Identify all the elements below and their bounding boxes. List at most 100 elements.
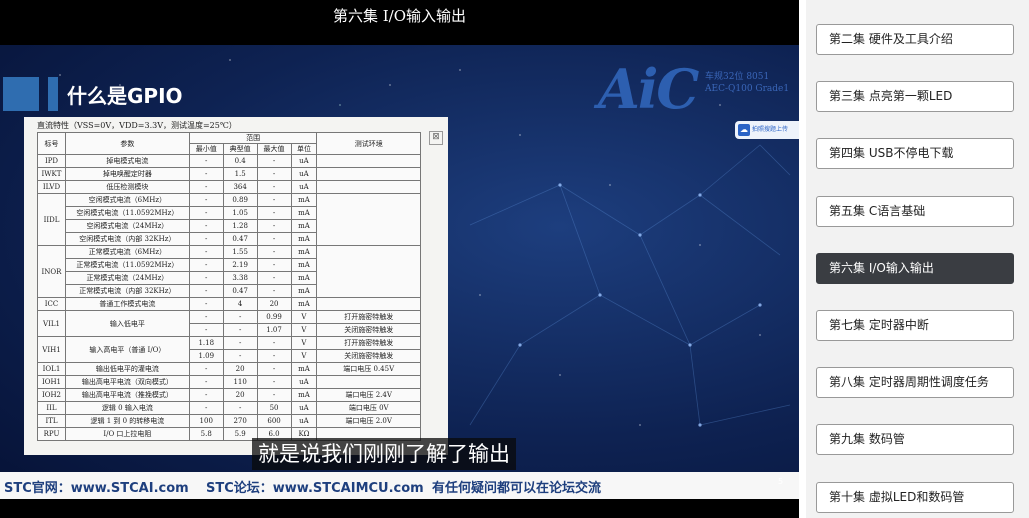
- cell: -: [256, 336, 292, 350]
- episode-item-4[interactable]: 第四集 USB不停电下载: [816, 138, 1014, 169]
- cell: 20: [222, 388, 258, 402]
- cell: -: [222, 323, 258, 337]
- photo-search-upload-button[interactable]: ☁ 拍照搜题上传: [735, 121, 799, 139]
- table-row: IOH2 输出高电平电流（推挽模式） - 20 - mA 端口电压 2.4V: [37, 388, 421, 402]
- slide-page-number: 5: [778, 477, 784, 486]
- cell: -: [256, 219, 292, 233]
- cell: uA: [290, 167, 318, 181]
- cell: -: [256, 206, 292, 220]
- cell: VIH1: [37, 336, 66, 363]
- cell: INOR: [37, 245, 66, 298]
- cell: IOH2: [37, 388, 66, 402]
- cell: 空闲模式电流（内部 32KHz）: [64, 232, 190, 246]
- cell: 600: [256, 414, 292, 428]
- slide-footer: STC官网：www.STCAI.com STC论坛：www.STCAIMCU.c…: [0, 472, 799, 499]
- footer-website: STC官网：www.STCAI.com: [4, 481, 189, 496]
- cell: -: [188, 258, 224, 272]
- table-row: IOL1 输出低电平的灌电流 - 20 - mA 端口电压 0.45V: [37, 362, 421, 376]
- cell: 低压检测模块: [64, 180, 190, 194]
- cell: 空闲模式电流（24MHz）: [64, 219, 190, 233]
- episode-item-7[interactable]: 第七集 定时器中断: [816, 310, 1014, 341]
- table-row: ICC 普通工作模式电流 - 4 20 mA: [37, 297, 421, 311]
- close-icon[interactable]: ⊠: [429, 131, 443, 145]
- cell: 0.47: [222, 284, 258, 298]
- cell: -: [256, 232, 292, 246]
- video-subtitle: 就是说我们刚刚了解了输出: [252, 438, 516, 470]
- header-param: 参数: [64, 132, 190, 155]
- episode-item-3[interactable]: 第三集 点亮第一颗LED: [816, 81, 1014, 112]
- cell: IWKT: [37, 167, 66, 181]
- footer-forum: STC论坛：www.STCAIMCU.com: [206, 481, 424, 496]
- cell: 普通工作模式电流: [64, 297, 190, 311]
- episode-item-8[interactable]: 第八集 定时器周期性调度任务: [816, 367, 1014, 398]
- table-row: IWKT 掉电唤醒定时器 - 1.5 - uA: [37, 167, 421, 181]
- cell: mA: [290, 219, 318, 233]
- episode-item-6-active[interactable]: 第六集 I/O输入输出: [816, 253, 1014, 284]
- cell: -: [222, 310, 258, 324]
- cell: 50: [256, 401, 292, 415]
- table-row: ITL 逻辑 1 到 0 的转移电流 100 270 600 uA 端口电压 2…: [37, 414, 421, 428]
- cell: -: [256, 375, 292, 389]
- cell: -: [222, 401, 258, 415]
- table-caption: 直流特性（VSS=0V，VDD=3.3V，测试温度=25℃）: [37, 121, 237, 130]
- header-cond: 测试环境: [316, 132, 421, 155]
- cell: ILVD: [37, 180, 66, 194]
- cell: mA: [290, 362, 318, 376]
- cell: 掉电模式电流: [64, 154, 190, 168]
- cell: -: [222, 349, 258, 363]
- cell: ITL: [37, 414, 66, 428]
- cell: 输出低电平的灌电流: [64, 362, 190, 376]
- cell: [316, 180, 421, 194]
- dc-characteristics-panel: 直流特性（VSS=0V，VDD=3.3V，测试温度=25℃） ⊠ 标号 参数 范…: [24, 117, 448, 455]
- cell: -: [256, 349, 292, 363]
- episode-item-2[interactable]: 第二集 硬件及工具介绍: [816, 24, 1014, 55]
- cell: 0.4: [222, 154, 258, 168]
- brand-text-line1: 车规32位 8051: [705, 72, 770, 82]
- cell: -: [188, 180, 224, 194]
- cell: -: [188, 284, 224, 298]
- brand-text: 车规32位 8051 AEC-Q100 Grade1: [705, 71, 789, 95]
- cell: uA: [290, 375, 318, 389]
- episode-item-9[interactable]: 第九集 数码管: [816, 424, 1014, 455]
- episode-item-5[interactable]: 第五集 C语言基础: [816, 196, 1014, 227]
- cell: 输出高电平电流（推挽模式）: [64, 388, 190, 402]
- cell: mA: [290, 232, 318, 246]
- cell: uA: [290, 180, 318, 194]
- cell: -: [188, 271, 224, 285]
- slide-logo-bar: [48, 77, 58, 111]
- episode-item-10[interactable]: 第十集 虚拟LED和数码管: [816, 482, 1014, 513]
- cell: 输出高电平电流（双向模式）: [64, 375, 190, 389]
- cell: I/O 口上拉电阻: [64, 427, 190, 441]
- cell: 1.55: [222, 245, 258, 259]
- cell: mA: [290, 206, 318, 220]
- video-player[interactable]: 第六集 I/O输入输出 什么是GPIO AiC 车规32位 8051 AEC-Q…: [0, 0, 799, 518]
- table-row: VIH1 输入高电平（普通 I/O） 1.18 - - V 打开施密特触发: [37, 336, 421, 363]
- cell: V: [290, 310, 318, 324]
- cell: -: [188, 375, 224, 389]
- cell: -: [188, 401, 224, 415]
- table-row: INOR 正常模式电流（6MHz） - 1.55 - mA: [37, 245, 421, 298]
- cell: -: [188, 362, 224, 376]
- episode-list: 第二集 硬件及工具介绍 第三集 点亮第一颗LED 第四集 USB不停电下载 第五…: [806, 0, 1029, 518]
- cell: 逻辑 1 到 0 的转移电流: [64, 414, 190, 428]
- table-row: IIL 逻辑 0 输入电流 - - 50 uA 端口电压 0V: [37, 401, 421, 415]
- table-row: IIDL 空闲模式电流（6MHz） - 0.89 - mA: [37, 193, 421, 246]
- cell: -: [188, 167, 224, 181]
- cell: -: [188, 310, 224, 324]
- header-range: 范围: [188, 132, 318, 144]
- cell: uA: [290, 401, 318, 415]
- cell: 20: [222, 362, 258, 376]
- cell: 3.38: [222, 271, 258, 285]
- player-bottom-bar: [0, 499, 799, 518]
- cell: 0.89: [222, 193, 258, 207]
- cell: -: [256, 284, 292, 298]
- header-typ: 典型值: [222, 143, 258, 155]
- cell: [316, 245, 421, 298]
- header-symbol: 标号: [37, 132, 66, 155]
- cell: 端口电压 0.45V: [316, 362, 421, 376]
- cell: 1.18: [188, 336, 224, 350]
- cell: -: [256, 180, 292, 194]
- cell: -: [188, 232, 224, 246]
- cell: -: [188, 193, 224, 207]
- cell: 364: [222, 180, 258, 194]
